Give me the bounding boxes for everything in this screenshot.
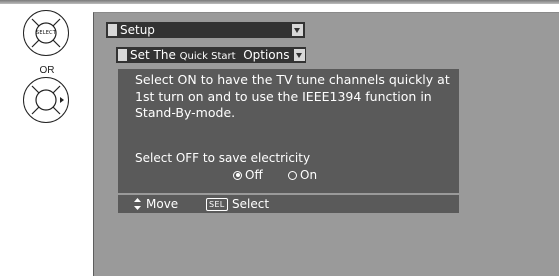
up-down-arrow-icon [134,198,141,210]
chevron-down-icon[interactable] [294,49,305,61]
top-strip [0,0,559,4]
menu-tag-icon [108,24,117,36]
radio-off[interactable]: Off [233,168,263,182]
radio-unselected-icon [288,170,297,180]
radio-on[interactable]: On [288,168,317,182]
nav-right-icon [31,85,64,115]
remote-nav-button[interactable] [23,77,69,123]
sel-key-icon: SEL [206,198,228,211]
quick-start-title: Set The Quick Start Options [130,48,290,62]
setup-menu-bar[interactable]: Setup [106,22,305,38]
menu-tag-icon [118,49,127,61]
move-label: Move [146,197,179,211]
help-bar: Move SEL Select [118,195,459,213]
info-panel: Select ON to have the TV tune channels q… [118,69,459,193]
remote-select-button[interactable]: SELECT [23,10,69,56]
chevron-down-icon[interactable] [292,24,303,36]
quick-start-menu-bar[interactable]: Set The Quick Start Options [116,47,306,63]
or-label: OR [39,65,55,76]
setup-title: Setup [120,23,155,37]
radio-selected-icon [233,170,242,180]
description-text: Select ON to have the TV tune channels q… [135,72,450,120]
tv-screen: Setup Set The Quick Start Options Select… [93,12,559,276]
save-electricity-text: Select OFF to save electricity [135,151,311,165]
radio-off-label: Off [245,168,263,182]
select-label: Select [232,197,270,211]
radio-on-label: On [300,168,318,182]
select-button-label: SELECT [35,30,57,36]
